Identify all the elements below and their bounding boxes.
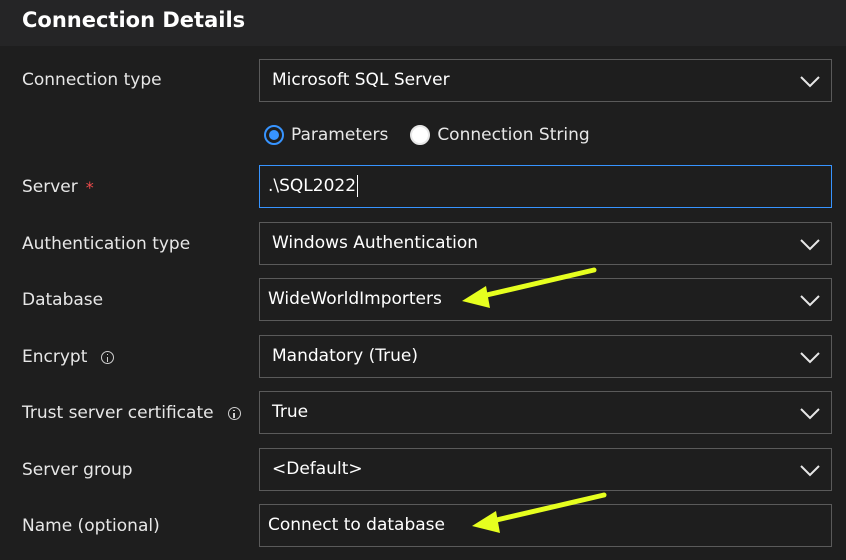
chevron-down-icon xyxy=(800,465,820,477)
connection-type-label-text: Connection type xyxy=(22,70,162,90)
authentication-type-label: Authentication type xyxy=(22,234,190,254)
chevron-down-icon xyxy=(800,295,820,307)
trust-server-certificate-label: Trust server certificate xyxy=(22,403,241,423)
radio-selected-icon xyxy=(264,125,284,145)
radio-parameters[interactable]: Parameters xyxy=(264,125,388,145)
name-input[interactable]: Connect to database xyxy=(259,504,832,547)
name-input-value: Connect to database xyxy=(268,515,445,535)
encrypt-label: Encrypt xyxy=(22,347,115,367)
info-icon[interactable] xyxy=(227,406,241,420)
radio-unselected-icon xyxy=(410,125,431,145)
server-input-value: .\SQL2022 xyxy=(268,166,359,207)
authentication-type-dropdown[interactable]: Windows Authentication xyxy=(259,222,832,265)
server-group-value: <Default> xyxy=(272,459,363,479)
trust-server-certificate-dropdown[interactable]: True xyxy=(259,391,832,434)
radio-connection-string-label: Connection String xyxy=(437,125,590,145)
authentication-type-label-text: Authentication type xyxy=(22,234,191,254)
encrypt-value: Mandatory (True) xyxy=(272,346,418,366)
info-icon[interactable] xyxy=(101,350,115,364)
panel-header: Connection Details xyxy=(0,0,846,46)
connection-type-label: Connection type xyxy=(22,70,162,90)
database-value: WideWorldImporters xyxy=(268,289,442,309)
trust-server-certificate-value: True xyxy=(272,402,309,422)
name-label-text: Name (optional) xyxy=(22,516,160,536)
chevron-down-icon xyxy=(800,352,820,364)
chevron-down-icon xyxy=(800,408,820,420)
chevron-down-icon xyxy=(800,76,820,88)
authentication-type-value: Windows Authentication xyxy=(272,233,479,253)
database-label: Database xyxy=(22,290,103,310)
trust-server-certificate-label-text: Trust server certificate xyxy=(22,403,214,423)
page-title: Connection Details xyxy=(22,8,246,32)
encrypt-dropdown[interactable]: Mandatory (True) xyxy=(259,335,832,378)
server-label-text: Server xyxy=(22,177,78,197)
database-label-text: Database xyxy=(22,290,104,310)
required-marker: * xyxy=(85,177,94,197)
radio-connection-string[interactable]: Connection String xyxy=(410,125,590,145)
server-group-label-text: Server group xyxy=(22,460,133,480)
name-label: Name (optional) xyxy=(22,516,160,536)
server-group-label: Server group xyxy=(22,460,133,480)
server-label: Server * xyxy=(22,177,94,197)
radio-parameters-label: Parameters xyxy=(291,125,389,145)
connection-type-dropdown[interactable]: Microsoft SQL Server xyxy=(259,59,832,102)
server-group-dropdown[interactable]: <Default> xyxy=(259,448,832,491)
connection-type-value: Microsoft SQL Server xyxy=(272,70,450,90)
text-caret xyxy=(357,175,359,197)
database-dropdown[interactable]: WideWorldImporters xyxy=(259,278,832,321)
encrypt-label-text: Encrypt xyxy=(22,347,88,367)
chevron-down-icon xyxy=(800,239,820,251)
server-value-text: .\SQL2022 xyxy=(268,176,357,196)
input-mode-radio-group: Parameters Connection String xyxy=(264,125,612,145)
server-input[interactable]: .\SQL2022 xyxy=(259,165,832,208)
